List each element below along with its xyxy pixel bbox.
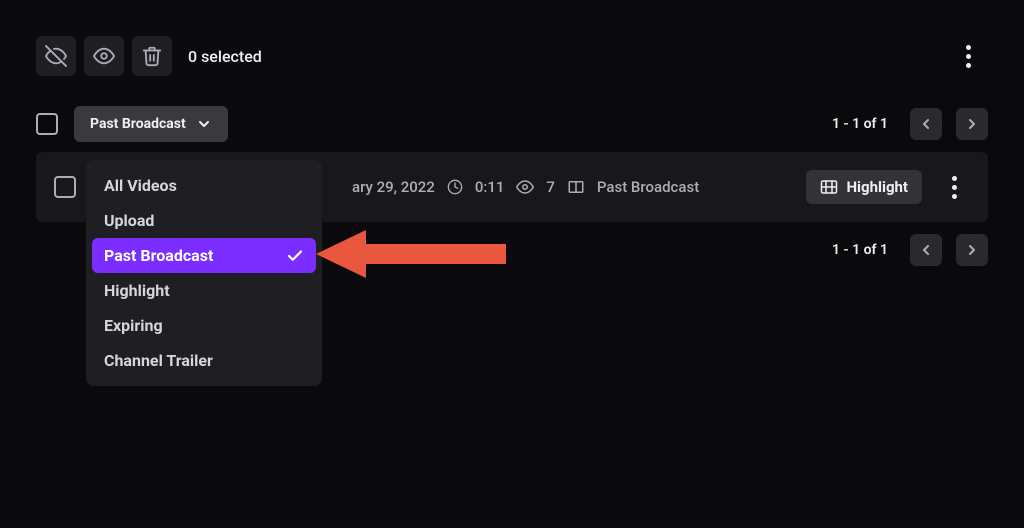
row-more-button[interactable]: [938, 176, 970, 199]
more-vertical-icon: [966, 45, 971, 68]
eye-icon: [516, 178, 534, 196]
filter-option-label: Channel Trailer: [104, 351, 213, 370]
highlight-button[interactable]: Highlight: [806, 170, 922, 204]
filter-dropdown-button[interactable]: Past Broadcast: [74, 106, 228, 142]
pagination-next-button[interactable]: [956, 234, 988, 266]
filter-option-label: Past Broadcast: [104, 246, 213, 265]
eye-off-icon: [45, 45, 67, 67]
filter-option-expiring[interactable]: Expiring: [86, 308, 322, 343]
filter-dropdown-menu: All Videos Upload Past Broadcast Highlig…: [86, 160, 322, 386]
highlight-button-label: Highlight: [846, 178, 908, 196]
chevron-left-icon: [918, 116, 934, 132]
page-more-button[interactable]: [952, 40, 984, 72]
filter-option-upload[interactable]: Upload: [86, 203, 322, 238]
chevron-down-icon: [196, 116, 212, 132]
video-duration-label: 0:11: [475, 178, 505, 196]
pagination-top: 1 - 1 of 1: [832, 108, 988, 140]
more-vertical-icon: [952, 176, 957, 199]
row-checkbox[interactable]: [54, 176, 76, 198]
filter-option-label: Upload: [104, 211, 154, 230]
video-meta: ary 29, 2022 0:11 7 Past Broadcast: [352, 178, 699, 196]
show-button[interactable]: [84, 36, 124, 76]
chevron-left-icon: [918, 242, 934, 258]
pagination-next-button[interactable]: [956, 108, 988, 140]
filter-option-label: Highlight: [104, 281, 170, 300]
video-type-label: Past Broadcast: [597, 178, 699, 196]
hide-button[interactable]: [36, 36, 76, 76]
broadcast-icon: [567, 178, 585, 196]
eye-icon: [93, 45, 115, 67]
filter-option-highlight[interactable]: Highlight: [86, 273, 322, 308]
pagination-bottom: 1 - 1 of 1: [832, 234, 988, 266]
clock-icon: [447, 179, 463, 195]
filter-dropdown-label: Past Broadcast: [90, 116, 186, 132]
filter-option-channel-trailer[interactable]: Channel Trailer: [86, 343, 322, 378]
filter-option-label: All Videos: [104, 176, 177, 195]
chevron-right-icon: [964, 116, 980, 132]
filter-option-label: Expiring: [104, 316, 163, 335]
video-views-label: 7: [546, 178, 555, 196]
pagination-prev-button[interactable]: [910, 108, 942, 140]
pagination-prev-button[interactable]: [910, 234, 942, 266]
delete-button[interactable]: [132, 36, 172, 76]
pagination-range-label: 1 - 1 of 1: [832, 242, 888, 258]
filter-option-past-broadcast[interactable]: Past Broadcast: [92, 238, 316, 273]
film-icon: [820, 178, 838, 196]
select-all-checkbox[interactable]: [36, 113, 58, 135]
trash-icon: [141, 45, 163, 67]
chevron-right-icon: [964, 242, 980, 258]
video-date-label: ary 29, 2022: [352, 178, 435, 196]
selected-count-label: 0 selected: [188, 47, 262, 66]
filter-option-all-videos[interactable]: All Videos: [86, 168, 322, 203]
pagination-range-label: 1 - 1 of 1: [832, 116, 888, 132]
check-icon: [286, 247, 304, 265]
